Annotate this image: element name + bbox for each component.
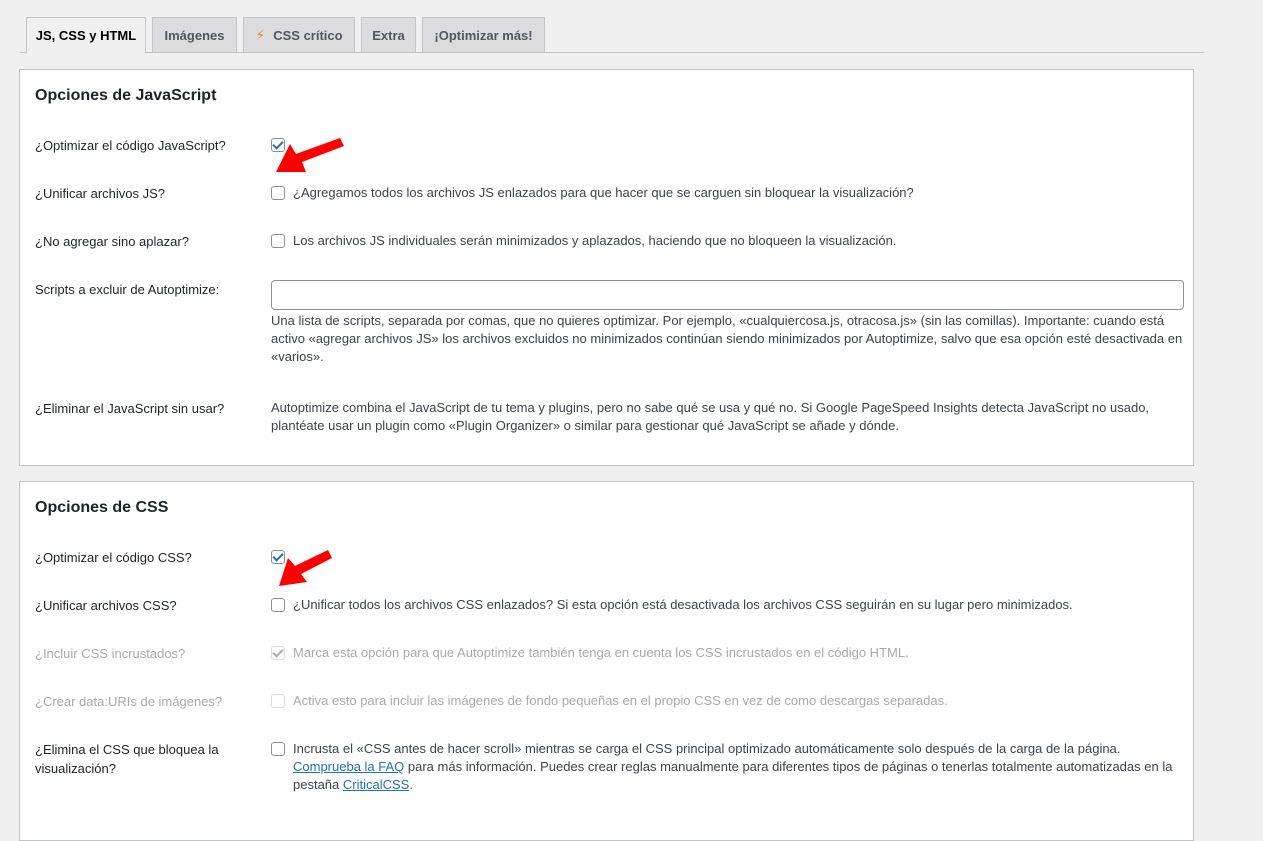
js-defer-checkbox[interactable] (271, 234, 285, 248)
css-inline-checkbox[interactable] (271, 646, 285, 660)
js-optimize-label: ¿Optimizar el código JavaScript? (35, 138, 226, 153)
css-options-panel: Opciones de CSS ¿Optimizar el código CSS… (19, 481, 1194, 841)
css-aggregate-label: ¿Unificar archivos CSS? (35, 598, 177, 613)
css-aggregate-checkbox[interactable] (271, 598, 285, 612)
tab-extra[interactable]: Extra (361, 17, 416, 53)
css-defer-text-1: Incrusta el «CSS antes de hacer scroll» … (293, 741, 1121, 756)
css-defer-checkbox[interactable] (271, 742, 285, 756)
js-exclude-input[interactable] (271, 280, 1184, 310)
tab-critical-css[interactable]: ⚡ CSS crítico (243, 17, 355, 53)
css-aggregate-text: ¿Unificar todos los archivos CSS enlazad… (293, 597, 1073, 612)
js-exclude-label: Scripts a excluir de Autoptimize: (35, 282, 220, 297)
css-datauri-label: ¿Crear data:URIs de imágenes? (35, 694, 223, 709)
faq-link[interactable]: Comprueba la FAQ (293, 759, 404, 774)
css-defer-text-2: para más información. Puedes crear regla… (293, 759, 1173, 792)
css-datauri-text: Activa esto para incluir las imágenes de… (293, 693, 948, 708)
css-optimize-label: ¿Optimizar el código CSS? (35, 550, 192, 565)
js-exclude-description: Una lista de scripts, separada por comas… (271, 313, 1183, 364)
css-defer-text-3: . (409, 777, 413, 792)
css-inline-text: Marca esta opción para que Autoptimize t… (293, 645, 909, 660)
js-defer-label: ¿No agregar sino aplazar? (35, 234, 189, 249)
js-unused-text: Autoptimize combina el JavaScript de tu … (271, 400, 1150, 433)
js-defer-text: Los archivos JS individuales serán minim… (293, 233, 897, 248)
js-section-title: Opciones de JavaScript (35, 87, 217, 104)
css-inline-label: ¿Incluir CSS incrustados? (35, 646, 186, 661)
bolt-icon: ⚡ (255, 27, 266, 43)
js-aggregate-text: ¿Agregamos todos los archivos JS enlazad… (293, 185, 914, 200)
js-aggregate-label: ¿Unificar archivos JS? (35, 186, 166, 201)
settings-tabs: JS, CSS y HTML Imágenes ⚡ CSS crítico Ext… (20, 17, 1204, 54)
css-datauri-checkbox[interactable] (271, 694, 285, 708)
js-aggregate-checkbox[interactable] (271, 186, 285, 200)
red-arrow-icon (279, 550, 332, 586)
tab-images[interactable]: Imágenes (152, 17, 237, 53)
css-section-title: Opciones de CSS (35, 499, 169, 516)
css-defer-label: ¿Elimina el CSS que bloquea la visualiza… (35, 742, 219, 776)
tab-js-css-html[interactable]: JS, CSS y HTML (26, 17, 146, 54)
criticalcss-link[interactable]: CriticalCSS (343, 777, 409, 792)
tab-critical-css-label: CSS crítico (273, 28, 343, 43)
js-options-panel: Opciones de JavaScript ¿Optimizar el cód… (19, 69, 1194, 466)
js-unused-label: ¿Eliminar el JavaScript sin usar? (35, 401, 225, 416)
tab-optimize-more[interactable]: ¡Optimizar más! (422, 17, 545, 53)
red-arrow-icon (276, 138, 344, 172)
